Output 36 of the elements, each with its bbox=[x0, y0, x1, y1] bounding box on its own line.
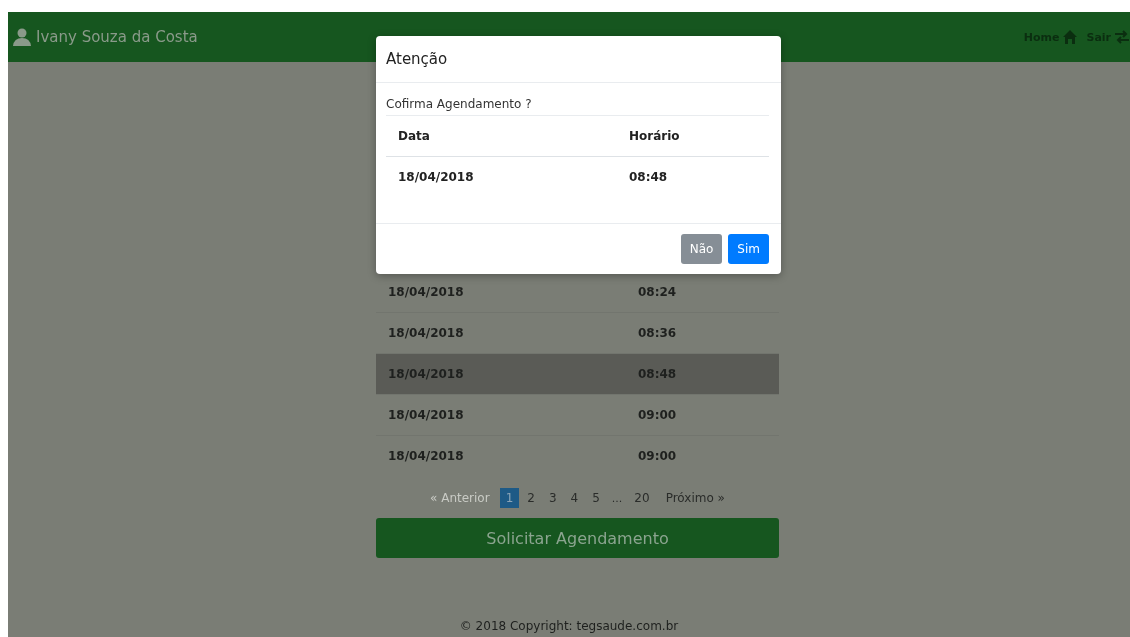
dialog-message: Cofirma Agendamento ? bbox=[386, 97, 769, 116]
page-ellipsis: ... bbox=[610, 490, 624, 507]
dialog-title: Atenção bbox=[376, 36, 781, 83]
time-cell-text: 08:36 bbox=[637, 326, 677, 340]
date-cell-text: 18/04/2018 bbox=[387, 285, 465, 299]
time-cell-text: 09:00 bbox=[637, 408, 677, 422]
time-cell-text: 08:24 bbox=[637, 285, 677, 299]
date-cell-text: 18/04/2018 bbox=[387, 449, 465, 463]
copyright-text: © 2018 Copyright: tegsaude.com.br bbox=[458, 619, 680, 633]
request-button[interactable]: Solicitar Agendamento bbox=[376, 518, 779, 558]
table-row[interactable]: 18/04/2018 08:48 bbox=[376, 353, 779, 394]
page-link[interactable]: 4 bbox=[564, 488, 585, 508]
date-cell-text: 18/04/2018 bbox=[387, 367, 465, 381]
user-name: Ivany Souza da Costa bbox=[36, 28, 198, 46]
column-header: Horário bbox=[628, 129, 680, 143]
cancel-button[interactable]: Não bbox=[680, 234, 723, 264]
table-cell-text: 08:48 bbox=[628, 170, 668, 184]
table-row[interactable]: 18/04/2018 09:00 bbox=[376, 394, 779, 435]
time-cell-text: 09:00 bbox=[637, 449, 677, 463]
date-cell-text: 18/04/2018 bbox=[387, 408, 465, 422]
page-link[interactable]: 2 bbox=[521, 488, 541, 508]
table-cell-text: 18/04/2018 bbox=[397, 170, 475, 184]
page-nav-link[interactable]: Próximo » bbox=[657, 488, 733, 508]
table-row[interactable]: 18/04/2018 09:00 bbox=[376, 435, 779, 476]
time-cell-text: 08:48 bbox=[637, 367, 677, 381]
confirm-button[interactable]: Sim bbox=[728, 234, 769, 264]
page-link[interactable]: 1 bbox=[499, 488, 520, 508]
page-link[interactable]: 5 bbox=[586, 488, 606, 508]
table-row[interactable]: 18/04/2018 08:24 bbox=[376, 272, 779, 312]
page-link[interactable]: 20 bbox=[628, 488, 656, 508]
column-header: Data bbox=[397, 129, 431, 143]
user-icon bbox=[12, 28, 32, 46]
home-icon bbox=[1062, 29, 1079, 45]
page-link[interactable]: 3 bbox=[542, 488, 563, 508]
date-cell-text: 18/04/2018 bbox=[387, 326, 465, 340]
arrows-icon bbox=[1114, 29, 1130, 45]
